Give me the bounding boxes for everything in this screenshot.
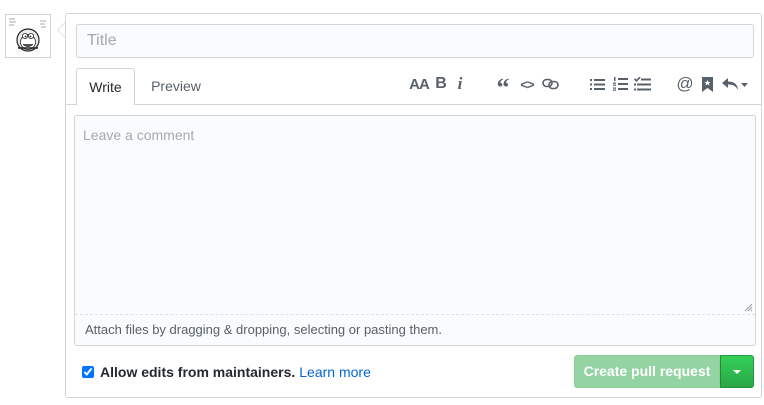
comment-textarea[interactable] [75,116,755,314]
comment-caret-inner [58,23,65,37]
text-size-icon[interactable]: AA [409,73,430,95]
allow-edits-label: Allow edits from maintainers. [100,364,296,380]
create-options-dropdown[interactable] [720,355,754,388]
title-input[interactable] [76,24,754,58]
mention-icon[interactable]: @ [676,73,694,95]
create-pull-request-label: Create pull request [583,363,711,379]
tab-write[interactable]: Write [76,68,135,105]
allow-maintainer-edits[interactable]: Allow edits from maintainers. Learn more [82,362,371,382]
bookmark-icon[interactable] [699,73,715,95]
reply-icon[interactable] [721,73,749,95]
tab-divider [66,104,761,105]
quote-icon[interactable]: “ [494,73,512,101]
chevron-down-icon [733,369,741,374]
attach-files-bar[interactable]: Attach files by dragging & dropping, sel… [75,314,755,345]
task-list-icon[interactable] [632,73,652,95]
learn-more-link[interactable]: Learn more [299,364,371,380]
italic-icon[interactable]: i [454,73,466,95]
avatar[interactable] [5,14,51,58]
tab-preview[interactable]: Preview [143,68,209,104]
resize-handle-icon[interactable] [744,303,753,312]
ordered-list-icon[interactable] [611,73,629,95]
bold-icon[interactable]: B [434,73,448,95]
unordered-list-icon[interactable] [588,73,606,95]
link-icon[interactable] [540,73,560,95]
avatar-image [6,15,50,57]
code-icon[interactable]: <> [518,73,536,95]
attach-files-text: Attach files by dragging & dropping, sel… [85,322,442,337]
allow-edits-checkbox[interactable] [82,366,94,378]
comment-box: Attach files by dragging & dropping, sel… [74,115,756,346]
create-pull-request-button[interactable]: Create pull request [574,355,720,388]
